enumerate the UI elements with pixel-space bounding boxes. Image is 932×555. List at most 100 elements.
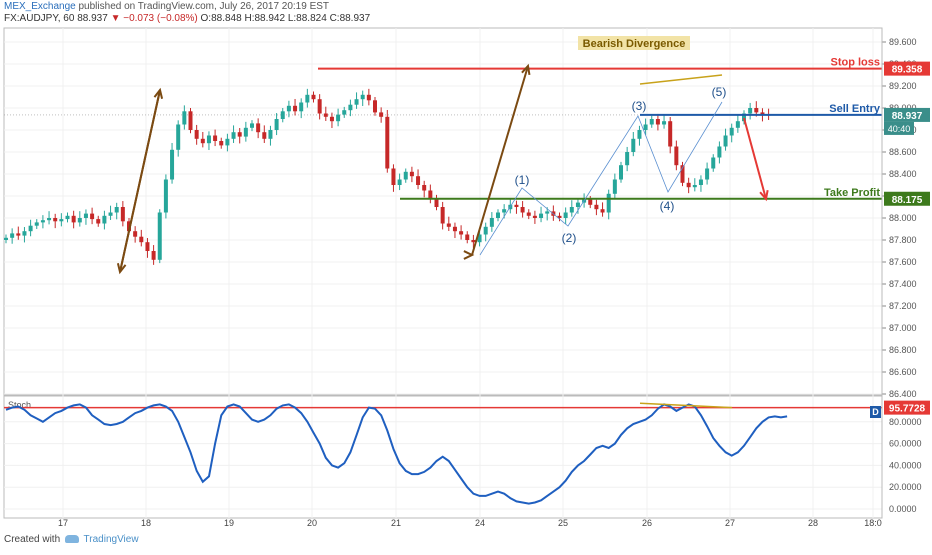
price-tick-label: 87.800 [889, 235, 917, 245]
time-tick-label: 26 [642, 518, 652, 528]
candle-body [151, 251, 156, 260]
price-tick-label: 88.400 [889, 169, 917, 179]
candle-body [108, 212, 113, 216]
candle-body [40, 220, 45, 223]
candle-body [299, 102, 304, 112]
candle-body [428, 190, 433, 199]
stop-loss-badge: 89.358 [892, 65, 923, 76]
chart-container[interactable]: Stop loss Sell Entry Take Profit Bearish Di… [0, 0, 932, 550]
stoch-tick-label: 20.0000 [889, 482, 922, 492]
candle-body [459, 231, 464, 235]
candle-body [563, 212, 568, 218]
wave-label: (3) [632, 99, 647, 113]
candle-body [200, 138, 205, 144]
candle-body [354, 99, 359, 105]
candle-body [379, 112, 384, 117]
candle-body [397, 179, 402, 185]
candle-body [692, 185, 697, 188]
candle-body [293, 105, 298, 112]
candle-body [612, 179, 617, 194]
candle-body [47, 218, 52, 221]
candle-body [90, 213, 95, 220]
candle-body [619, 165, 623, 180]
candle-body [705, 168, 710, 180]
candle-body [65, 215, 70, 220]
ohlc-low: L:88.824 [287, 13, 327, 24]
candle-body [452, 226, 457, 232]
candle-body [366, 94, 371, 101]
candle-body [520, 207, 525, 213]
candle-body [231, 132, 236, 139]
candle-body [10, 233, 15, 238]
publisher-name[interactable]: MEX_Exchange [4, 1, 76, 12]
candle-body [446, 223, 451, 227]
candle-body [496, 212, 500, 218]
candle-body [286, 105, 291, 112]
candle-body [225, 138, 230, 146]
candle-body [206, 135, 211, 144]
candle-body [360, 94, 365, 100]
divergence-title: Bearish Divergence [583, 38, 686, 50]
price-tick-label: 88.000 [889, 213, 917, 223]
candle-body [637, 130, 642, 139]
time-tick-label: 19 [224, 518, 234, 528]
candle-body [422, 185, 427, 191]
candle-body [194, 130, 199, 139]
time-tick-label: 21 [391, 518, 401, 528]
candle-body [416, 176, 421, 185]
candle-body [729, 127, 734, 136]
candle-body [329, 116, 334, 122]
candle-body [545, 211, 550, 214]
wave-label: (4) [660, 199, 675, 213]
candle-body [96, 219, 101, 224]
tradingview-link[interactable]: TradingView [84, 534, 139, 545]
candle-body [28, 225, 33, 232]
candle-body [280, 111, 285, 119]
candle-body [631, 138, 636, 152]
candle-body [483, 226, 488, 235]
candle-body [114, 207, 119, 213]
stoch-badge: D [872, 407, 879, 417]
price-tick-label: 86.600 [889, 367, 917, 377]
candle-body [569, 207, 574, 213]
countdown-badge: 40:40 [888, 124, 911, 134]
price-tick-label: 87.200 [889, 301, 917, 311]
candle-body [336, 114, 341, 122]
candle-body [686, 182, 691, 188]
time-tick-label: 17 [58, 518, 68, 528]
candle-body [53, 218, 58, 222]
symbol-info: FX:AUDJPY, 60 88.937 ▼ −0.073 (−0.08%) O… [4, 13, 370, 24]
candle-body [662, 121, 667, 125]
stoch-tick-label: 60.0000 [889, 439, 922, 449]
price-tick-label: 86.400 [889, 389, 917, 399]
candle-body [262, 132, 267, 139]
sell-entry-label: Sell Entry [829, 103, 881, 115]
ohlc-open: O:88.848 [200, 13, 242, 24]
candle-body [71, 215, 76, 223]
candle-body [59, 219, 64, 222]
time-tick-label: 27 [725, 518, 735, 528]
created-with-text: Created with [4, 534, 61, 545]
price-change: −0.073 (−0.08%) [123, 13, 198, 24]
candle-body [348, 104, 353, 111]
candle-body [373, 100, 377, 113]
candle-body [317, 99, 322, 114]
candle-body [182, 111, 187, 125]
price-tick-label: 89.600 [889, 37, 917, 47]
symbol-label[interactable]: FX:AUDJPY, 60 [4, 13, 74, 24]
candle-body [655, 119, 660, 125]
candle-body [606, 193, 611, 213]
time-tick-label: 20 [307, 518, 317, 528]
ohlc-close: C:88.937 [329, 13, 371, 24]
candle-body [22, 231, 27, 236]
price-tick-label: 86.800 [889, 345, 917, 355]
candle-body [539, 213, 544, 218]
chart-svg[interactable]: Stop loss Sell Entry Take Profit Bearish Di… [0, 0, 932, 550]
candle-body [219, 141, 224, 146]
candle-body [391, 168, 396, 185]
candle-body [643, 124, 648, 130]
candle-body [649, 119, 654, 125]
take-profit-badge: 88.175 [892, 195, 923, 206]
candle-body [735, 121, 740, 128]
candle-body [594, 204, 599, 210]
